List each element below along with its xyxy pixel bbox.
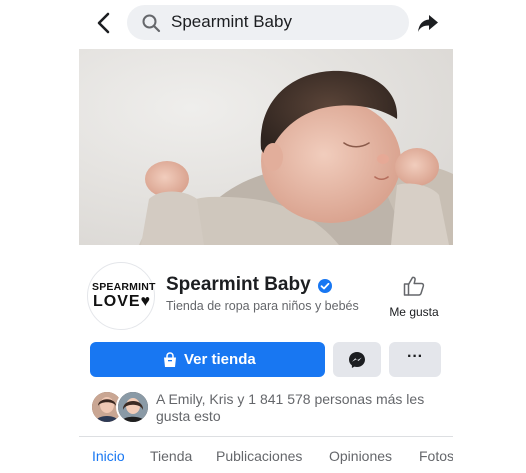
view-shop-button[interactable]: Ver tienda <box>90 342 325 377</box>
view-shop-label: Ver tienda <box>184 351 256 368</box>
verified-badge-icon <box>318 279 332 293</box>
tab-tienda[interactable]: Tienda <box>150 448 192 464</box>
page-category: Tienda de ropa para niños y bebés <box>166 299 359 313</box>
message-button[interactable] <box>333 342 381 377</box>
chevron-left-icon <box>97 12 110 34</box>
logo-line-2: LOVE♥ <box>92 293 152 310</box>
tab-fotos[interactable]: Fotos <box>419 448 453 464</box>
thumbs-up-icon <box>403 276 425 296</box>
tab-inicio[interactable]: Inicio <box>92 448 125 464</box>
friend-avatar-2[interactable] <box>116 390 150 424</box>
shopping-bag-icon <box>164 352 176 367</box>
search-icon <box>142 14 161 33</box>
messenger-icon <box>349 352 365 368</box>
tab-publicaciones[interactable]: Publicaciones <box>216 448 302 464</box>
share-button[interactable] <box>416 11 440 35</box>
page-avatar[interactable]: SPEARMINT LOVE♥ <box>87 262 155 330</box>
page-title[interactable]: Spearmint Baby <box>166 274 311 296</box>
logo-line-1: SPEARMINT <box>92 281 156 293</box>
like-label: Me gusta <box>389 305 439 319</box>
cover-photo[interactable] <box>79 49 453 245</box>
search-input[interactable]: Spearmint Baby <box>127 5 409 40</box>
tab-opiniones[interactable]: Opiniones <box>329 448 392 464</box>
baby-photo <box>79 49 453 245</box>
share-icon <box>418 15 438 32</box>
top-bar: Spearmint Baby <box>79 0 453 46</box>
back-button[interactable] <box>91 9 117 37</box>
search-query: Spearmint Baby <box>171 12 292 31</box>
heart-icon: ♥ <box>140 293 152 310</box>
page-tabs: Inicio Tienda Publicaciones Opiniones Fo… <box>79 436 453 473</box>
like-button[interactable]: Me gusta <box>382 274 446 322</box>
friends-likes-text[interactable]: A Emily, Kris y 1 841 578 personas más l… <box>156 391 446 425</box>
more-options-button[interactable]: ··· <box>389 342 441 377</box>
page-frame: Spearmint Baby SPEARMINT LOVE♥ Spearmint… <box>79 0 453 473</box>
more-dots-icon: ··· <box>407 348 423 365</box>
